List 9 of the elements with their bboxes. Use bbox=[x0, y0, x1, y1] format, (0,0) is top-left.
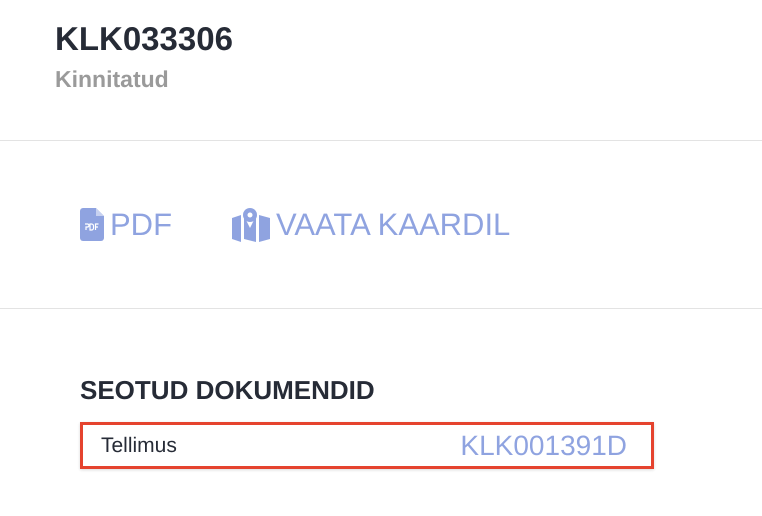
pdf-link[interactable]: PDF bbox=[80, 206, 172, 242]
status-label: Kinnitatud bbox=[55, 66, 169, 93]
map-pin-icon bbox=[232, 208, 270, 242]
section-heading: SEOTUD DOKUMENDID bbox=[80, 375, 375, 406]
pdf-file-icon bbox=[80, 208, 104, 241]
map-link[interactable]: VAATA KAARDIL bbox=[232, 206, 510, 242]
document-link[interactable]: KLK001391D bbox=[460, 430, 627, 462]
document-number: KLK033306 bbox=[55, 19, 234, 59]
row-label: Tellimus bbox=[101, 434, 177, 458]
